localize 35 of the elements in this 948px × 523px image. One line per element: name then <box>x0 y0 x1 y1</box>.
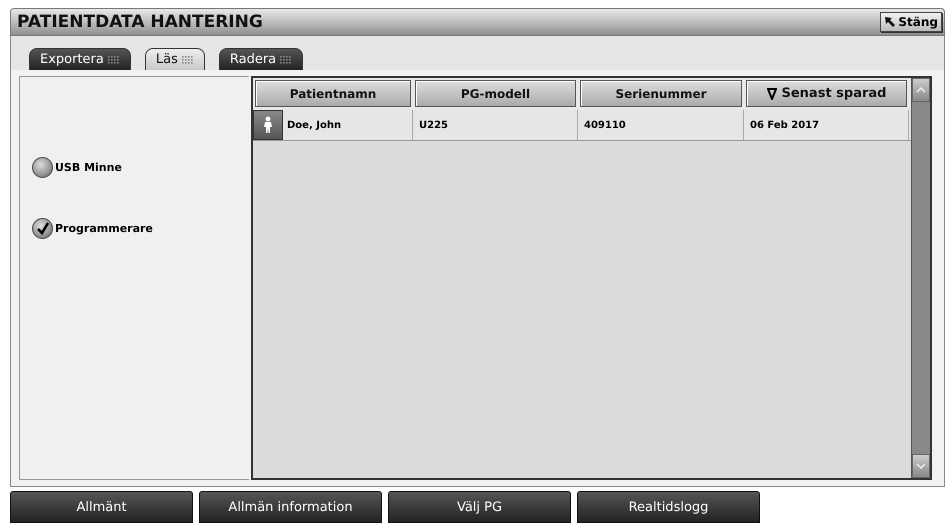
nav-button[interactable]: Realtidslogg <box>577 491 760 523</box>
window-title: PATIENTDATA HANTERING <box>17 12 263 32</box>
radio-button[interactable] <box>32 157 53 178</box>
tab[interactable]: Exportera <box>29 48 131 70</box>
grip-icon <box>280 54 292 64</box>
column-header[interactable]: Senast sparad <box>746 80 907 107</box>
radio-option[interactable]: Programmerare <box>32 218 249 239</box>
scroll-up-button[interactable] <box>912 78 930 102</box>
table-row[interactable]: Doe, John U225 409110 06 Feb 2017 <box>253 110 911 141</box>
tab[interactable]: Läs <box>144 48 205 70</box>
tab[interactable]: Radera <box>218 48 304 70</box>
scroll-down-button[interactable] <box>912 454 930 478</box>
table-cell: 06 Feb 2017 <box>750 120 820 130</box>
caret-down-icon <box>916 463 926 469</box>
radio-label: USB Minne <box>55 161 122 174</box>
grip-icon <box>182 54 194 64</box>
radio-button[interactable] <box>32 218 53 239</box>
scrollbar[interactable] <box>911 78 930 478</box>
grip-icon <box>108 54 120 64</box>
nav-button[interactable]: Allmänt <box>10 491 193 523</box>
table-cell: U225 <box>419 120 448 130</box>
caret-up-icon <box>916 87 926 93</box>
nav-button[interactable]: Välj PG <box>388 491 571 523</box>
table-cell: 409110 <box>584 120 626 130</box>
column-header[interactable]: PG-modell <box>415 80 576 107</box>
radio-label: Programmerare <box>55 222 153 235</box>
radio-option[interactable]: USB Minne <box>32 157 249 178</box>
person-icon[interactable] <box>253 110 283 140</box>
cursor-arrow-icon <box>884 16 896 28</box>
column-header[interactable]: Serienummer <box>580 80 742 107</box>
close-button[interactable]: Stäng <box>880 12 942 32</box>
sort-triangle-icon <box>766 88 776 100</box>
table-cell: Doe, John <box>287 120 342 130</box>
column-header[interactable]: Patientnamn <box>255 80 411 107</box>
nav-button[interactable]: Allmän information <box>199 491 382 523</box>
